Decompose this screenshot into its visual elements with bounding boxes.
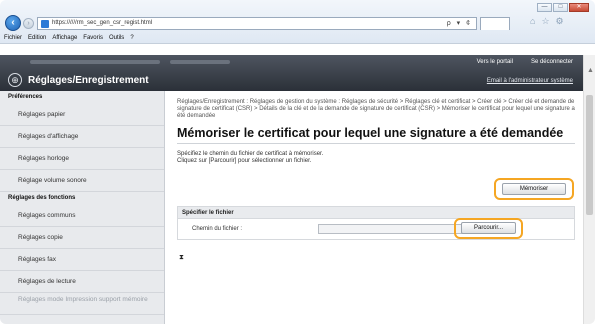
app-title: Réglages/Enregistrement (28, 74, 149, 86)
header-device-info-redacted-2 (170, 60, 230, 64)
title-divider (177, 143, 575, 144)
sidebar-item-display-settings[interactable]: Réglages d'affichage (0, 126, 164, 148)
back-arrow-icon[interactable]: ‹ (5, 15, 21, 31)
instructions: Spécifiez le chemin du fichier de certif… (177, 151, 323, 165)
instruction-line-2: Cliquez sur [Parcourir] pour sélectionne… (177, 158, 312, 164)
admin-mail-link[interactable]: Email à l'administrateur système (487, 78, 573, 84)
sidebar-section-functions: Réglages des fonctions (8, 195, 76, 201)
sidebar-item-fax-settings[interactable]: Réglages fax (0, 249, 164, 271)
file-path-input[interactable] (318, 224, 468, 234)
menu-edit[interactable]: Edition (28, 33, 46, 44)
scrollbar-thumb[interactable] (586, 95, 593, 215)
header-device-info-redacted (30, 60, 160, 64)
scroll-up-arrow-icon[interactable]: ▲ (587, 67, 594, 74)
menu-tools[interactable]: Outils (109, 33, 124, 44)
close-button[interactable]: ✕ (569, 3, 589, 12)
back-to-top-icon[interactable]: ⧗ (179, 254, 184, 262)
browser-toolbar-icons: ⌂ ☆ ⚙ (530, 16, 564, 27)
sidebar-item-paper-settings[interactable]: Réglages papier (0, 104, 164, 126)
sidebar-item-volume-settings[interactable]: Réglage volume sonore (0, 170, 164, 192)
address-bar[interactable]: https://////rm_sec_gen_csr_regist.html ρ… (37, 17, 477, 30)
settings-logo-icon: ⊕ (8, 73, 22, 87)
memorize-button[interactable]: Mémoriser (502, 183, 566, 195)
maximize-button[interactable]: □ (553, 3, 568, 12)
browser-titlebar: — □ ✕ ‹ › https://////rm_sec_gen_csr_reg… (0, 0, 595, 44)
header-links: Vers le portail Se déconnecter (477, 59, 573, 65)
page-favicon-icon (41, 20, 49, 28)
window-controls: — □ ✕ (537, 3, 589, 12)
favorites-star-icon[interactable]: ☆ (541, 16, 549, 27)
sidebar: Préférences Réglages papier Réglages d'a… (0, 91, 165, 324)
menu-favorites[interactable]: Favoris (83, 33, 103, 44)
app-title-row: ⊕ Réglages/Enregistrement (8, 73, 149, 87)
sidebar-item-scan-settings[interactable]: Réglages de lecture (0, 271, 164, 293)
sidebar-item-memory-print-settings[interactable]: Réglages mode Impression support mémoire (0, 293, 164, 315)
sidebar-item-common-settings[interactable]: Réglages communs (0, 205, 164, 227)
settings-gear-icon[interactable]: ⚙ (556, 16, 564, 27)
menu-help[interactable]: ? (130, 33, 133, 44)
main-content: Réglages/Enregistrement : Réglages de ge… (165, 91, 583, 324)
sidebar-item-copy-settings[interactable]: Réglages copie (0, 227, 164, 249)
instruction-line-1: Spécifiez le chemin du fichier de certif… (177, 151, 324, 157)
page-title: Mémoriser le certificat pour lequel une … (177, 126, 564, 140)
sidebar-item-clock-settings[interactable]: Réglages horloge (0, 148, 164, 170)
vertical-scrollbar[interactable]: ▲ (583, 55, 595, 324)
browser-tab[interactable] (480, 17, 510, 30)
forward-arrow-icon[interactable]: › (23, 18, 34, 29)
logout-link[interactable]: Se déconnecter (531, 59, 573, 65)
url-text[interactable]: https://////rm_sec_gen_csr_regist.html (52, 20, 152, 26)
address-search-refresh-icons[interactable]: ρ ▾ ¢ (447, 19, 472, 27)
sidebar-section-preferences: Préférences (8, 94, 43, 100)
menu-file[interactable]: Fichier (4, 33, 22, 44)
browse-button[interactable]: Parcourir... (461, 222, 516, 234)
menu-bar: Fichier Edition Affichage Favoris Outils… (0, 33, 595, 44)
menu-view[interactable]: Affichage (52, 33, 77, 44)
browser-window: — □ ✕ ‹ › https://////rm_sec_gen_csr_reg… (0, 0, 595, 324)
breadcrumb: Réglages/Enregistrement : Réglages de ge… (177, 99, 575, 119)
portal-link[interactable]: Vers le portail (477, 59, 513, 65)
app-header: ⊕ Réglages/Enregistrement Vers le portai… (0, 55, 595, 91)
home-icon[interactable]: ⌂ (530, 16, 535, 27)
file-path-label: Chemin du fichier : (192, 226, 243, 232)
minimize-button[interactable]: — (537, 3, 552, 12)
